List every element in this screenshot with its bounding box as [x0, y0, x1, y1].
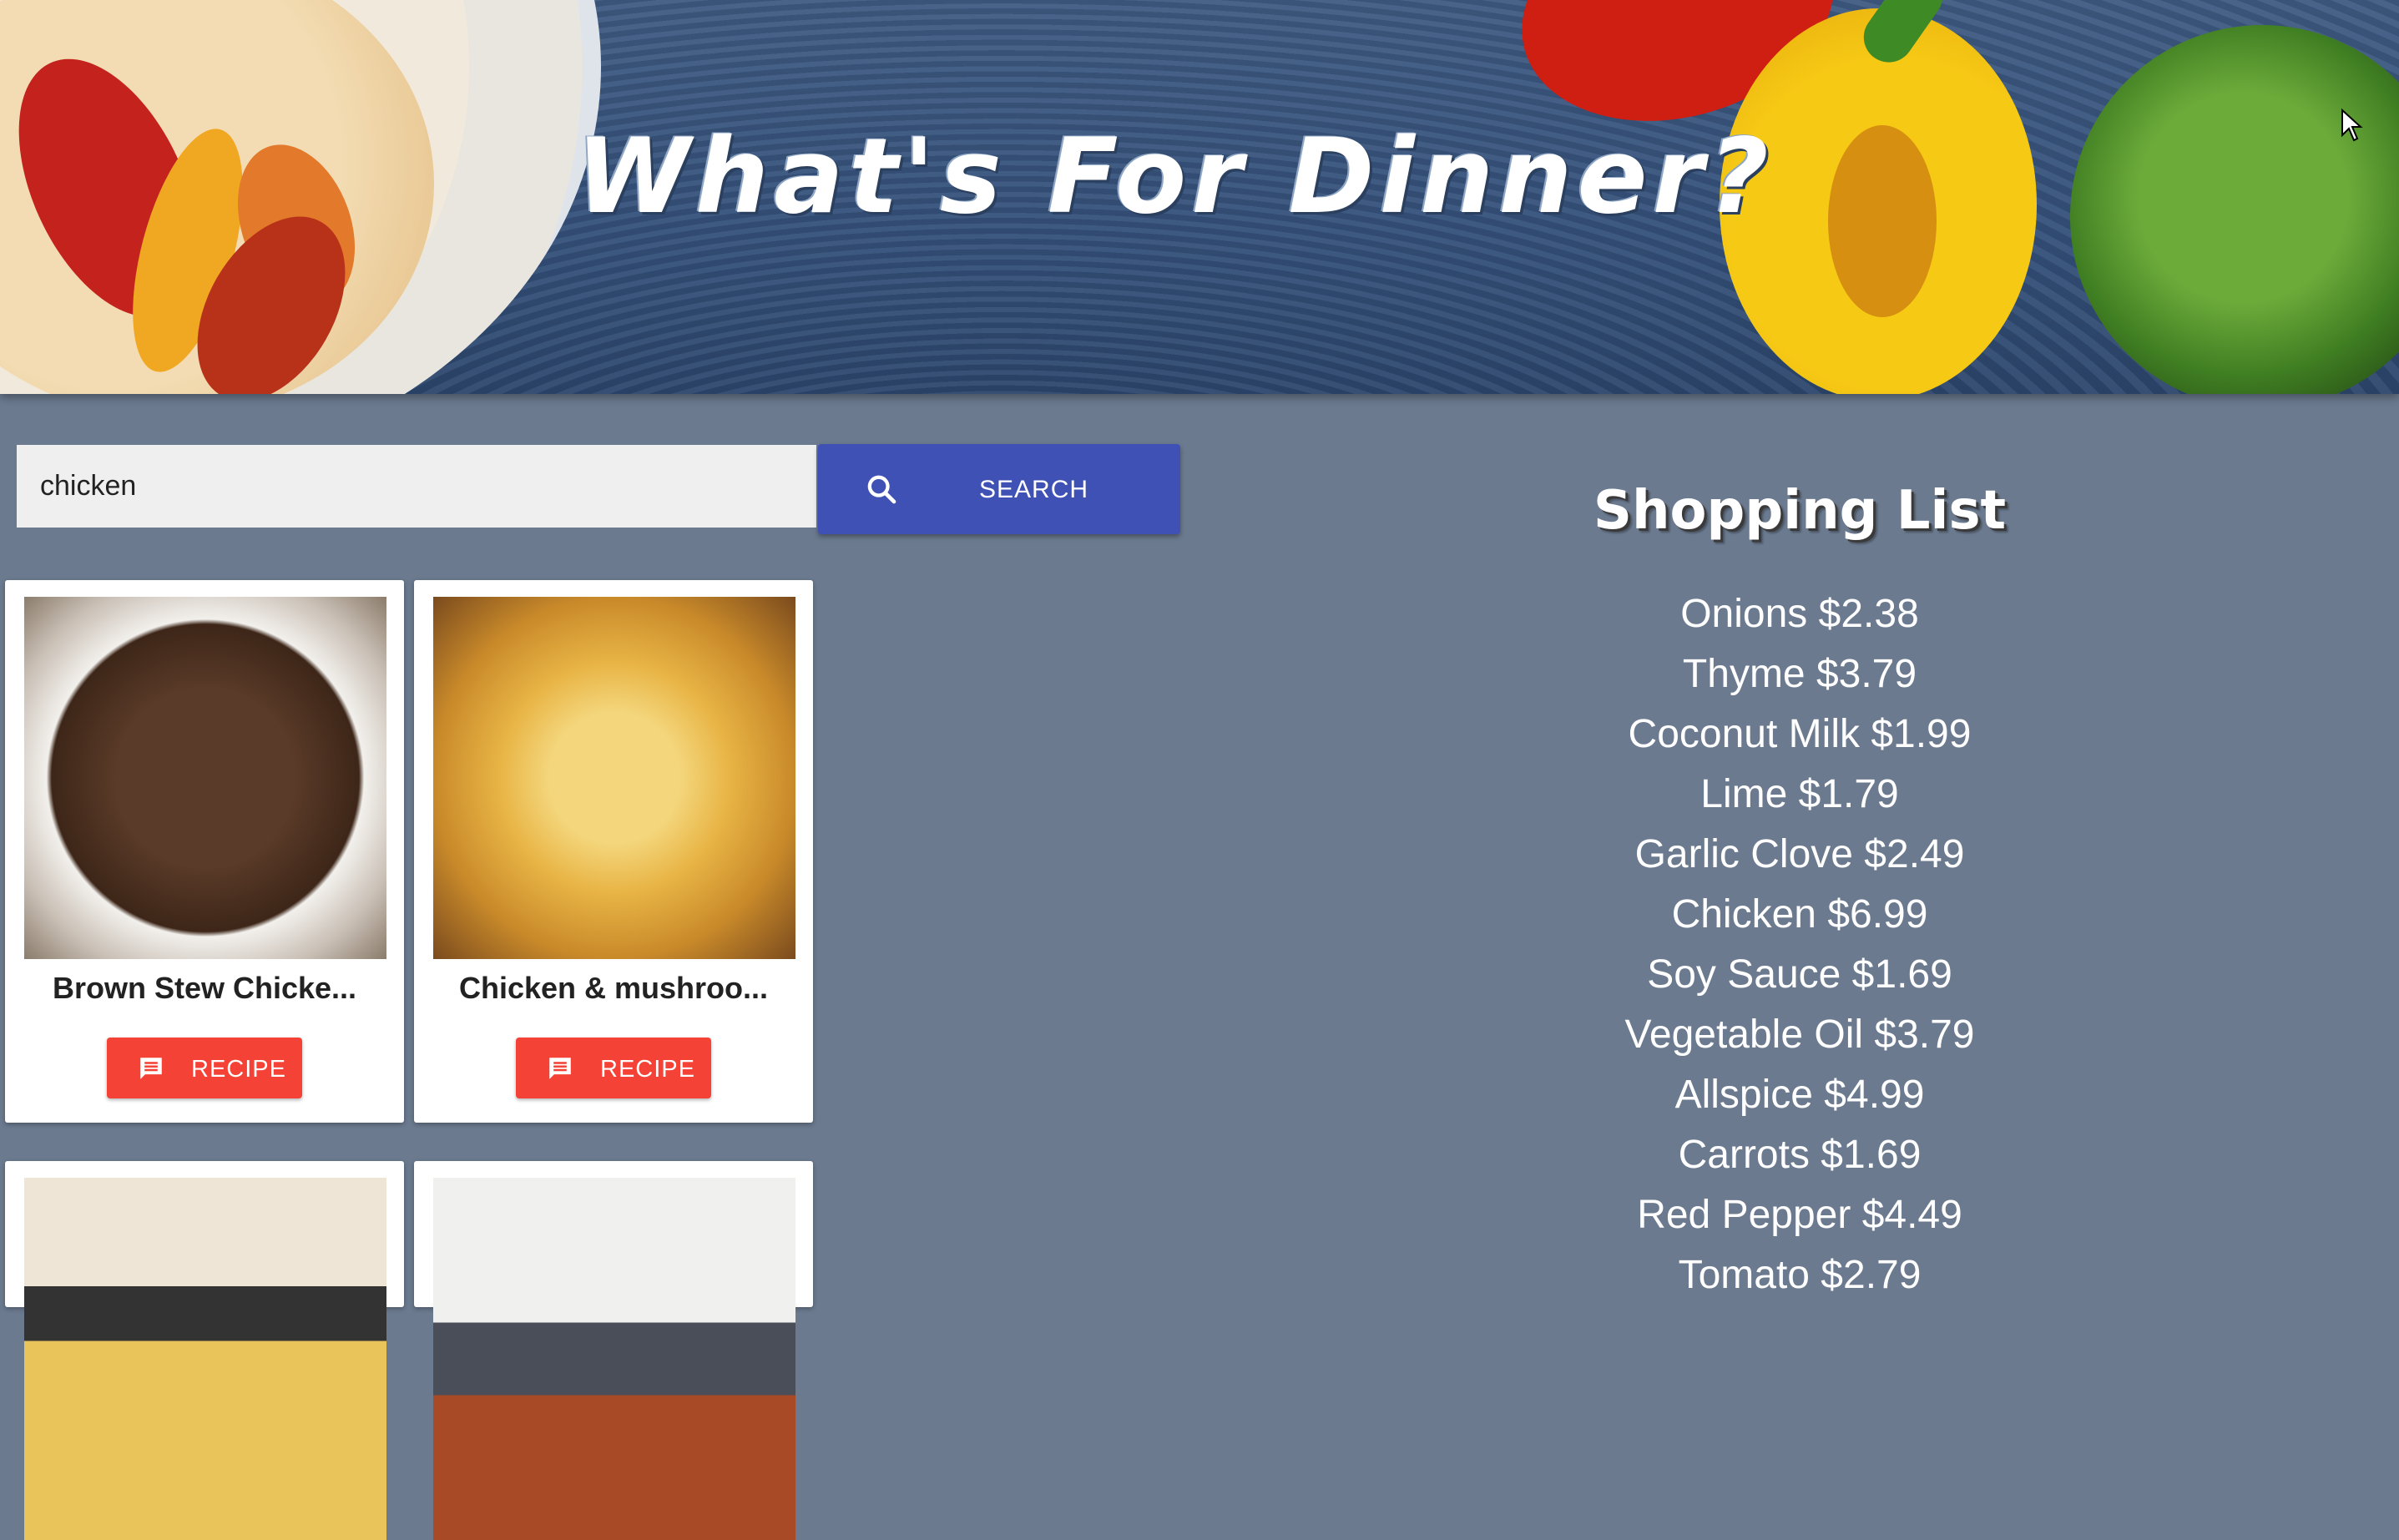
page-title: What's For Dinner?: [576, 117, 1774, 237]
shopping-list-item: Vegetable Oil $3.79: [1624, 1012, 1975, 1057]
recipe-button[interactable]: RECIPE: [516, 1038, 711, 1098]
recipe-button-label: RECIPE: [191, 1056, 286, 1083]
shopping-list-item: Soy Sauce $1.69: [1647, 952, 1952, 997]
shopping-list-item: Carrots $1.69: [1678, 1133, 1922, 1177]
recipe-image[interactable]: [24, 1178, 386, 1540]
shopping-list-item: Thyme $3.79: [1682, 652, 1917, 696]
shopping-list-item: Onions $2.38: [1680, 592, 1919, 636]
recipe-button[interactable]: RECIPE: [107, 1038, 302, 1098]
search-icon: [867, 475, 896, 504]
shopping-list: Onions $2.38 Thyme $3.79 Coconut Milk $1…: [1474, 584, 2125, 1305]
recipe-title: Brown Stew Chicke...: [52, 971, 357, 1005]
shopping-list-item: Chicken $6.99: [1671, 892, 1928, 937]
shopping-list-item: Tomato $2.79: [1678, 1253, 1922, 1297]
mouse-cursor-icon: [2341, 109, 2363, 142]
search-button-label: SEARCH: [979, 476, 1089, 503]
recipe-image[interactable]: [433, 597, 795, 959]
comment-icon: [140, 1058, 162, 1079]
header-banner: What's For Dinner?: [0, 0, 2399, 394]
search-input[interactable]: [17, 445, 816, 528]
shopping-list-item: Red Pepper $4.49: [1637, 1193, 1962, 1237]
shopping-list-title: Shopping List: [1593, 480, 2007, 542]
recipe-button-label: RECIPE: [600, 1056, 695, 1083]
recipe-card: Brown Stew Chicke... RECIPE: [5, 580, 404, 1123]
recipe-card: [5, 1161, 404, 1540]
shopping-list-item: Garlic Clove $2.49: [1634, 832, 1965, 876]
cilantro-image: [2070, 25, 2399, 394]
recipe-card: [414, 1161, 813, 1540]
recipe-image[interactable]: [433, 1178, 795, 1540]
search-button[interactable]: SEARCH: [818, 444, 1180, 534]
pepper-seeds-image: [1828, 125, 1937, 317]
comment-icon: [549, 1058, 571, 1079]
recipe-card: Chicken & mushroo... RECIPE: [414, 580, 813, 1123]
shopping-list-item: Allspice $4.99: [1674, 1073, 1925, 1117]
recipe-image[interactable]: [24, 597, 386, 959]
shopping-list-item: Coconut Milk $1.99: [1628, 712, 1972, 756]
shopping-list-item: Lime $1.79: [1700, 772, 1899, 816]
recipe-title: Chicken & mushroo...: [458, 971, 769, 1005]
